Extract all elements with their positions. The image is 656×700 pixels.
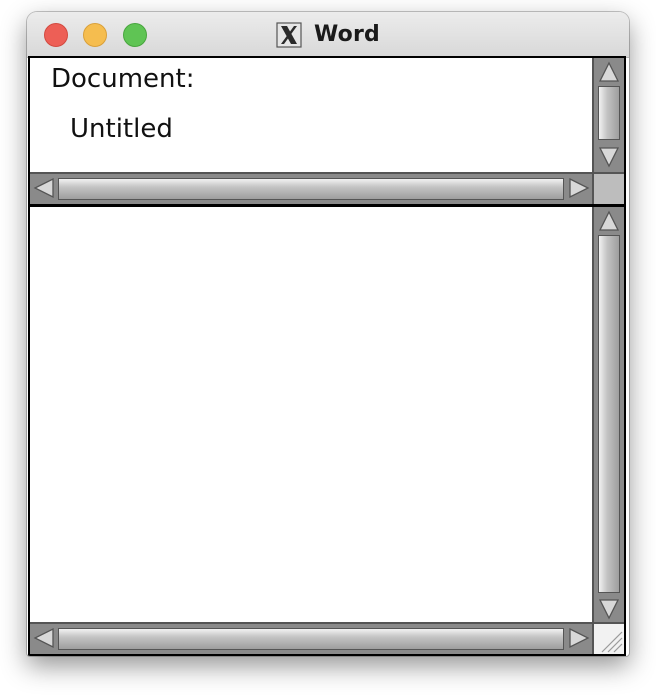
title-bar[interactable]: Word — [27, 12, 629, 58]
document-name: Untitled — [70, 114, 173, 144]
document-info-pane: Document: Untitled — [28, 56, 626, 206]
top-vertical-scrollbar[interactable] — [592, 58, 624, 172]
top-horizontal-scrollbar[interactable] — [30, 172, 594, 204]
editor-text-area[interactable] — [38, 213, 584, 614]
word-window: Word Document: Untitled — [27, 12, 629, 656]
arrow-down-icon[interactable] — [598, 144, 620, 168]
arrow-left-icon[interactable] — [33, 177, 57, 199]
editor-horizontal-thumb[interactable] — [58, 628, 564, 650]
top-scroll-corner — [592, 172, 624, 204]
editor-horizontal-scrollbar[interactable] — [30, 622, 594, 654]
window-title-group: Word — [27, 12, 629, 57]
document-label: Document: — [51, 64, 195, 94]
x11-icon — [276, 21, 302, 48]
arrow-up-icon[interactable] — [598, 61, 620, 85]
arrow-right-icon[interactable] — [566, 627, 590, 649]
arrow-down-icon[interactable] — [598, 596, 620, 620]
editor-vertical-scrollbar[interactable] — [592, 207, 624, 624]
arrow-up-icon[interactable] — [598, 210, 620, 234]
top-vertical-thumb[interactable] — [598, 86, 620, 140]
resize-grip-icon[interactable] — [592, 622, 624, 654]
window-title: Word — [314, 22, 380, 47]
top-horizontal-thumb[interactable] — [58, 178, 564, 200]
arrow-left-icon[interactable] — [33, 627, 57, 649]
arrow-right-icon[interactable] — [566, 177, 590, 199]
editor-pane[interactable] — [28, 205, 626, 656]
editor-vertical-thumb[interactable] — [598, 235, 620, 593]
